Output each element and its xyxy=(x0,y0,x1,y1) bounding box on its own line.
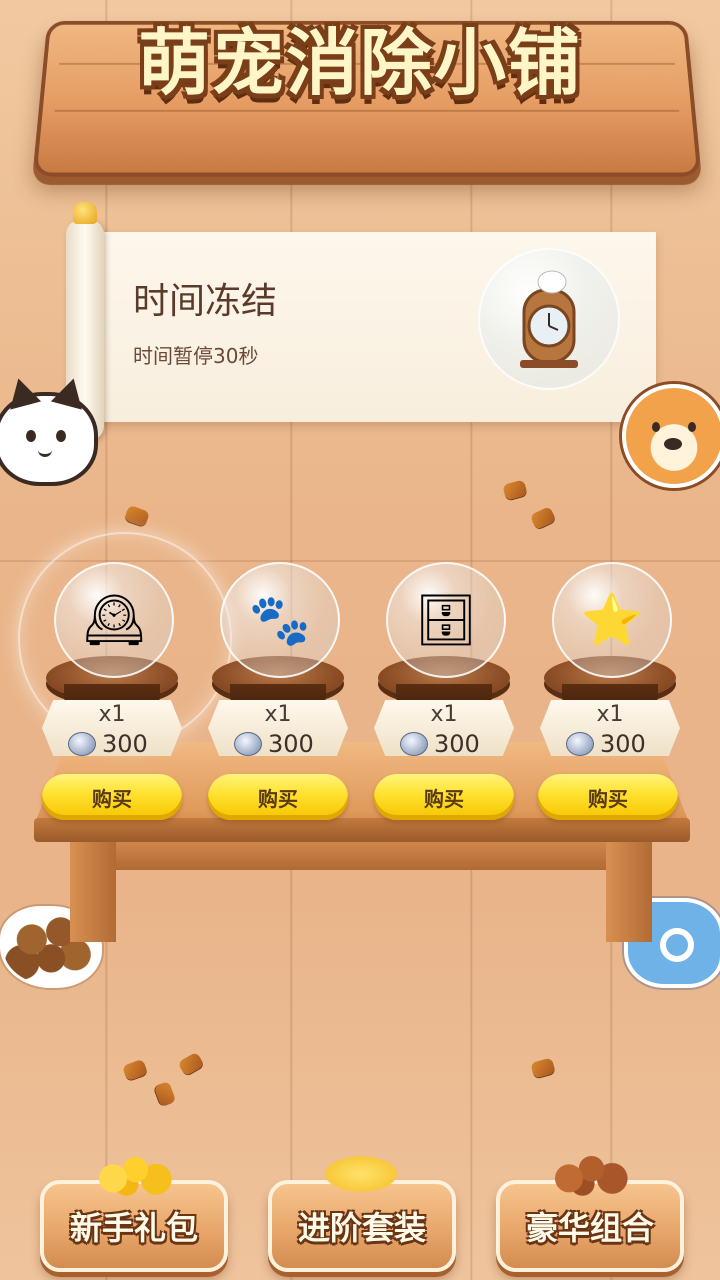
item-price-row: 300 xyxy=(566,730,646,758)
gold-nuggets-icon xyxy=(86,1152,176,1196)
item-price-row: 300 xyxy=(400,730,480,758)
silver-coin-icon xyxy=(566,732,594,756)
pet-shelf-icon: 🗄 xyxy=(386,562,506,678)
cat-on-clock-icon xyxy=(478,248,620,390)
shop-item-lucky-star[interactable]: ⭐ x1 300 xyxy=(528,560,680,758)
smiling-star-x2-icon: ⭐ xyxy=(552,562,672,678)
buy-button[interactable]: 购买 xyxy=(42,774,182,820)
shop-item-pet-shelf[interactable]: 🗄 x1 300 xyxy=(362,560,514,758)
silver-coin-icon xyxy=(400,732,428,756)
cheese-icon xyxy=(316,1152,406,1196)
item-price-row: 300 xyxy=(234,730,314,758)
item-quantity: x1 xyxy=(430,702,458,727)
shop-item-paw-prints[interactable]: 🐾 x1 300 xyxy=(196,560,348,758)
item-quantity: x1 xyxy=(98,702,126,727)
item-price-row: 300 xyxy=(68,730,148,758)
buy-button[interactable]: 购买 xyxy=(538,774,678,820)
silver-coin-icon xyxy=(234,732,262,756)
item-quantity: x1 xyxy=(596,702,624,727)
page-title: 萌宠消除小铺 xyxy=(137,20,582,105)
cat-on-clock-icon: 🕰 xyxy=(54,562,174,678)
item-quantity: x1 xyxy=(264,702,292,727)
cat-face-sticker-icon xyxy=(0,374,98,486)
shop-item-time-freeze[interactable]: 🕰 x1 300 xyxy=(18,532,232,758)
item-price: 300 xyxy=(600,730,646,758)
item-price: 300 xyxy=(434,730,480,758)
table-apron xyxy=(80,842,640,870)
scroll-knob-icon xyxy=(73,202,97,224)
item-price: 300 xyxy=(268,730,314,758)
featured-item-description: 时间暂停30秒 xyxy=(133,344,259,368)
table-leg xyxy=(606,842,652,942)
silver-coin-icon xyxy=(68,732,96,756)
item-price: 300 xyxy=(102,730,148,758)
table-front xyxy=(34,818,690,842)
table-leg xyxy=(70,842,116,942)
buy-button[interactable]: 购买 xyxy=(208,774,348,820)
kibble-pile-icon xyxy=(542,1152,632,1196)
buy-button[interactable]: 购买 xyxy=(374,774,514,820)
dog-face-sticker-icon xyxy=(622,384,720,488)
featured-item-name: 时间冻结 xyxy=(133,281,278,322)
paw-prints-stars-icon: 🐾 xyxy=(220,562,340,678)
